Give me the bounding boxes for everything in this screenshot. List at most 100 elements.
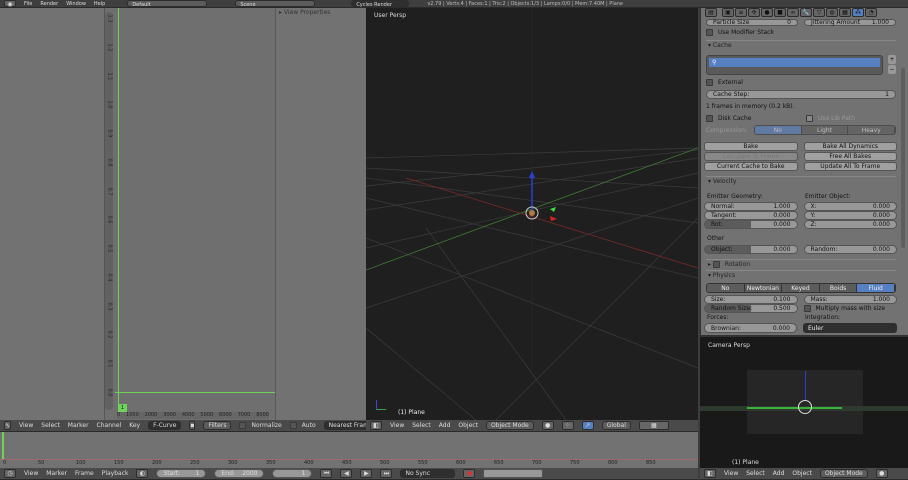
- filters-button[interactable]: Filters: [203, 421, 232, 430]
- menu-view[interactable]: View: [19, 422, 33, 429]
- record-icon[interactable]: ●: [463, 469, 476, 478]
- menu-select[interactable]: Select: [746, 470, 765, 477]
- menu-channel[interactable]: Channel: [97, 422, 122, 429]
- menu-render[interactable]: Render: [40, 1, 58, 7]
- menu-help[interactable]: Help: [94, 1, 105, 7]
- menu-key[interactable]: Key: [129, 422, 140, 429]
- cache-step-field[interactable]: Cache Step: 1: [706, 89, 896, 99]
- preview-range-icon[interactable]: ◐: [136, 469, 149, 478]
- z-field[interactable]: Z: 0.000: [803, 220, 897, 229]
- compression-light[interactable]: Light: [801, 126, 849, 134]
- manipulator-icon[interactable]: ↗: [581, 421, 594, 430]
- layers-tab-icon[interactable]: ≡: [735, 8, 747, 17]
- menu-object[interactable]: Object: [792, 470, 812, 477]
- menu-view[interactable]: View: [724, 470, 738, 477]
- calculate-to-frame-button[interactable]: Calculate To Frame: [704, 152, 798, 161]
- menu-playback[interactable]: Playback: [102, 470, 129, 477]
- layout-select[interactable]: Default: [127, 0, 208, 7]
- physics-no[interactable]: No: [707, 284, 745, 292]
- physics-type-selector[interactable]: No Newtonian Keyed Boids Fluid: [706, 283, 896, 293]
- cache-remove-button[interactable]: −: [888, 65, 896, 74]
- end-frame-field[interactable]: End: 2000: [214, 469, 265, 478]
- particle-size-field[interactable]: Particle Size 0: [706, 18, 798, 26]
- pivot-icon[interactable]: ⁘: [561, 421, 574, 430]
- orientation-select[interactable]: Global: [601, 421, 631, 430]
- jump-start-icon[interactable]: ⏮: [320, 469, 333, 478]
- physics-fluid[interactable]: Fluid: [857, 284, 895, 292]
- timeline[interactable]: 0 50 100 150 200 250 300 350 400 450 500…: [0, 432, 698, 468]
- compression-selector[interactable]: No Light Heavy: [754, 125, 896, 135]
- size-field[interactable]: Size: 0.100: [704, 295, 798, 304]
- current-frame-field[interactable]: 1: [272, 469, 313, 478]
- current-frame-line[interactable]: [118, 8, 119, 408]
- jitter-amount-field[interactable]: Jittering Amount 1.000: [804, 18, 896, 26]
- disk-cache-checkbox[interactable]: Disk Cache: [706, 114, 806, 122]
- physics-keyed[interactable]: Keyed: [782, 284, 820, 292]
- modifiers-tab-icon[interactable]: 🔧: [800, 8, 812, 17]
- menu-window[interactable]: Window: [66, 1, 86, 7]
- physics-newtonian[interactable]: Newtonian: [744, 284, 783, 292]
- scene-select[interactable]: Scene: [235, 0, 316, 7]
- mass-field[interactable]: Mass: 1.000: [803, 295, 897, 304]
- object-tab-icon[interactable]: ■: [774, 8, 786, 17]
- use-lib-path-checkbox[interactable]: Use Lib Path: [806, 114, 855, 122]
- menu-view[interactable]: View: [390, 422, 404, 429]
- x-field[interactable]: X: 0.000: [803, 202, 897, 211]
- physics-boids[interactable]: Boids: [819, 284, 858, 292]
- rot-field[interactable]: Rot: 0.000: [704, 220, 798, 229]
- world-tab-icon[interactable]: ●: [761, 8, 773, 17]
- integrator-select[interactable]: Euler: [803, 323, 897, 333]
- render-tab-icon[interactable]: ▣: [722, 8, 734, 17]
- layers-icon[interactable]: ▦: [638, 421, 669, 430]
- constraints-tab-icon[interactable]: ∞: [787, 8, 799, 17]
- view-properties-panel[interactable]: ▸ View Properties: [276, 8, 366, 17]
- normal-field[interactable]: Normal: 1.000: [704, 202, 798, 211]
- viewport-type-icon[interactable]: ◧: [370, 421, 382, 430]
- update-all-to-frame-button[interactable]: Update All To Frame: [803, 162, 897, 171]
- menu-select[interactable]: Select: [41, 422, 60, 429]
- material-tab-icon[interactable]: ◍: [826, 8, 838, 17]
- object-mode-select[interactable]: Object Mode: [819, 469, 868, 478]
- tangent-field[interactable]: Tangent: 0.000: [704, 211, 798, 220]
- cache-list-item[interactable]: ⚲: [709, 58, 880, 67]
- shading-icon[interactable]: ●: [875, 469, 888, 478]
- graph-editor-type-icon[interactable]: ∿: [4, 421, 12, 430]
- 3d-viewport[interactable]: User Persp (1) Plane: [366, 8, 698, 420]
- random-size-field[interactable]: Random Size: 0.500: [704, 304, 798, 313]
- compression-heavy[interactable]: Heavy: [848, 126, 895, 134]
- blender-menu-icon[interactable]: ◉: [4, 0, 16, 7]
- play-icon[interactable]: ▶: [360, 469, 373, 478]
- bake-button[interactable]: Bake: [704, 142, 798, 151]
- menu-view[interactable]: View: [24, 470, 38, 477]
- external-checkbox[interactable]: External: [706, 77, 896, 87]
- rotation-panel-header[interactable]: ▸ Rotation: [706, 259, 896, 269]
- use-modifier-stack-checkbox[interactable]: Use Modifier Stack: [706, 27, 896, 37]
- frame-marker[interactable]: 1: [118, 404, 127, 412]
- particles-tab-icon[interactable]: ⁂: [852, 8, 864, 17]
- bake-all-dynamics-button[interactable]: Bake All Dynamics: [803, 142, 897, 151]
- menu-add[interactable]: Add: [439, 422, 451, 429]
- object-velocity-field[interactable]: Object: 0.000: [704, 245, 798, 254]
- rotation-checkbox[interactable]: [712, 261, 720, 268]
- brownian-field[interactable]: Brownian: 0.000: [704, 323, 797, 333]
- properties-scrollbar[interactable]: [901, 68, 905, 248]
- velocity-panel-header[interactable]: ▾ Velocity: [706, 176, 896, 186]
- menu-file[interactable]: File: [24, 1, 32, 7]
- multiply-mass-checkbox[interactable]: Multiply mass with size: [803, 304, 898, 313]
- menu-select[interactable]: Select: [412, 422, 431, 429]
- y-field[interactable]: Y: 0.000: [803, 211, 897, 220]
- object-mode-select[interactable]: Object Mode: [485, 421, 534, 430]
- cache-panel-header[interactable]: ▾ Cache: [706, 40, 896, 50]
- menu-object[interactable]: Object: [458, 422, 478, 429]
- viewport-type-icon[interactable]: ◧: [704, 469, 716, 478]
- timeline-type-icon[interactable]: ◷: [4, 469, 16, 478]
- start-frame-field[interactable]: Start: 1: [156, 469, 207, 478]
- scene-tab-icon[interactable]: ✣: [748, 8, 760, 17]
- graph-mode-select[interactable]: F-Curve: [148, 421, 182, 430]
- free-all-bakes-button[interactable]: Free All Bakes: [803, 152, 897, 161]
- camera-viewport[interactable]: Camera Persp (1) Plane: [700, 335, 908, 468]
- random-velocity-field[interactable]: Random: 0.000: [803, 245, 897, 254]
- menu-add[interactable]: Add: [773, 470, 785, 477]
- physics-tab-icon[interactable]: ◔: [865, 8, 877, 17]
- cache-list[interactable]: ⚲: [706, 55, 883, 75]
